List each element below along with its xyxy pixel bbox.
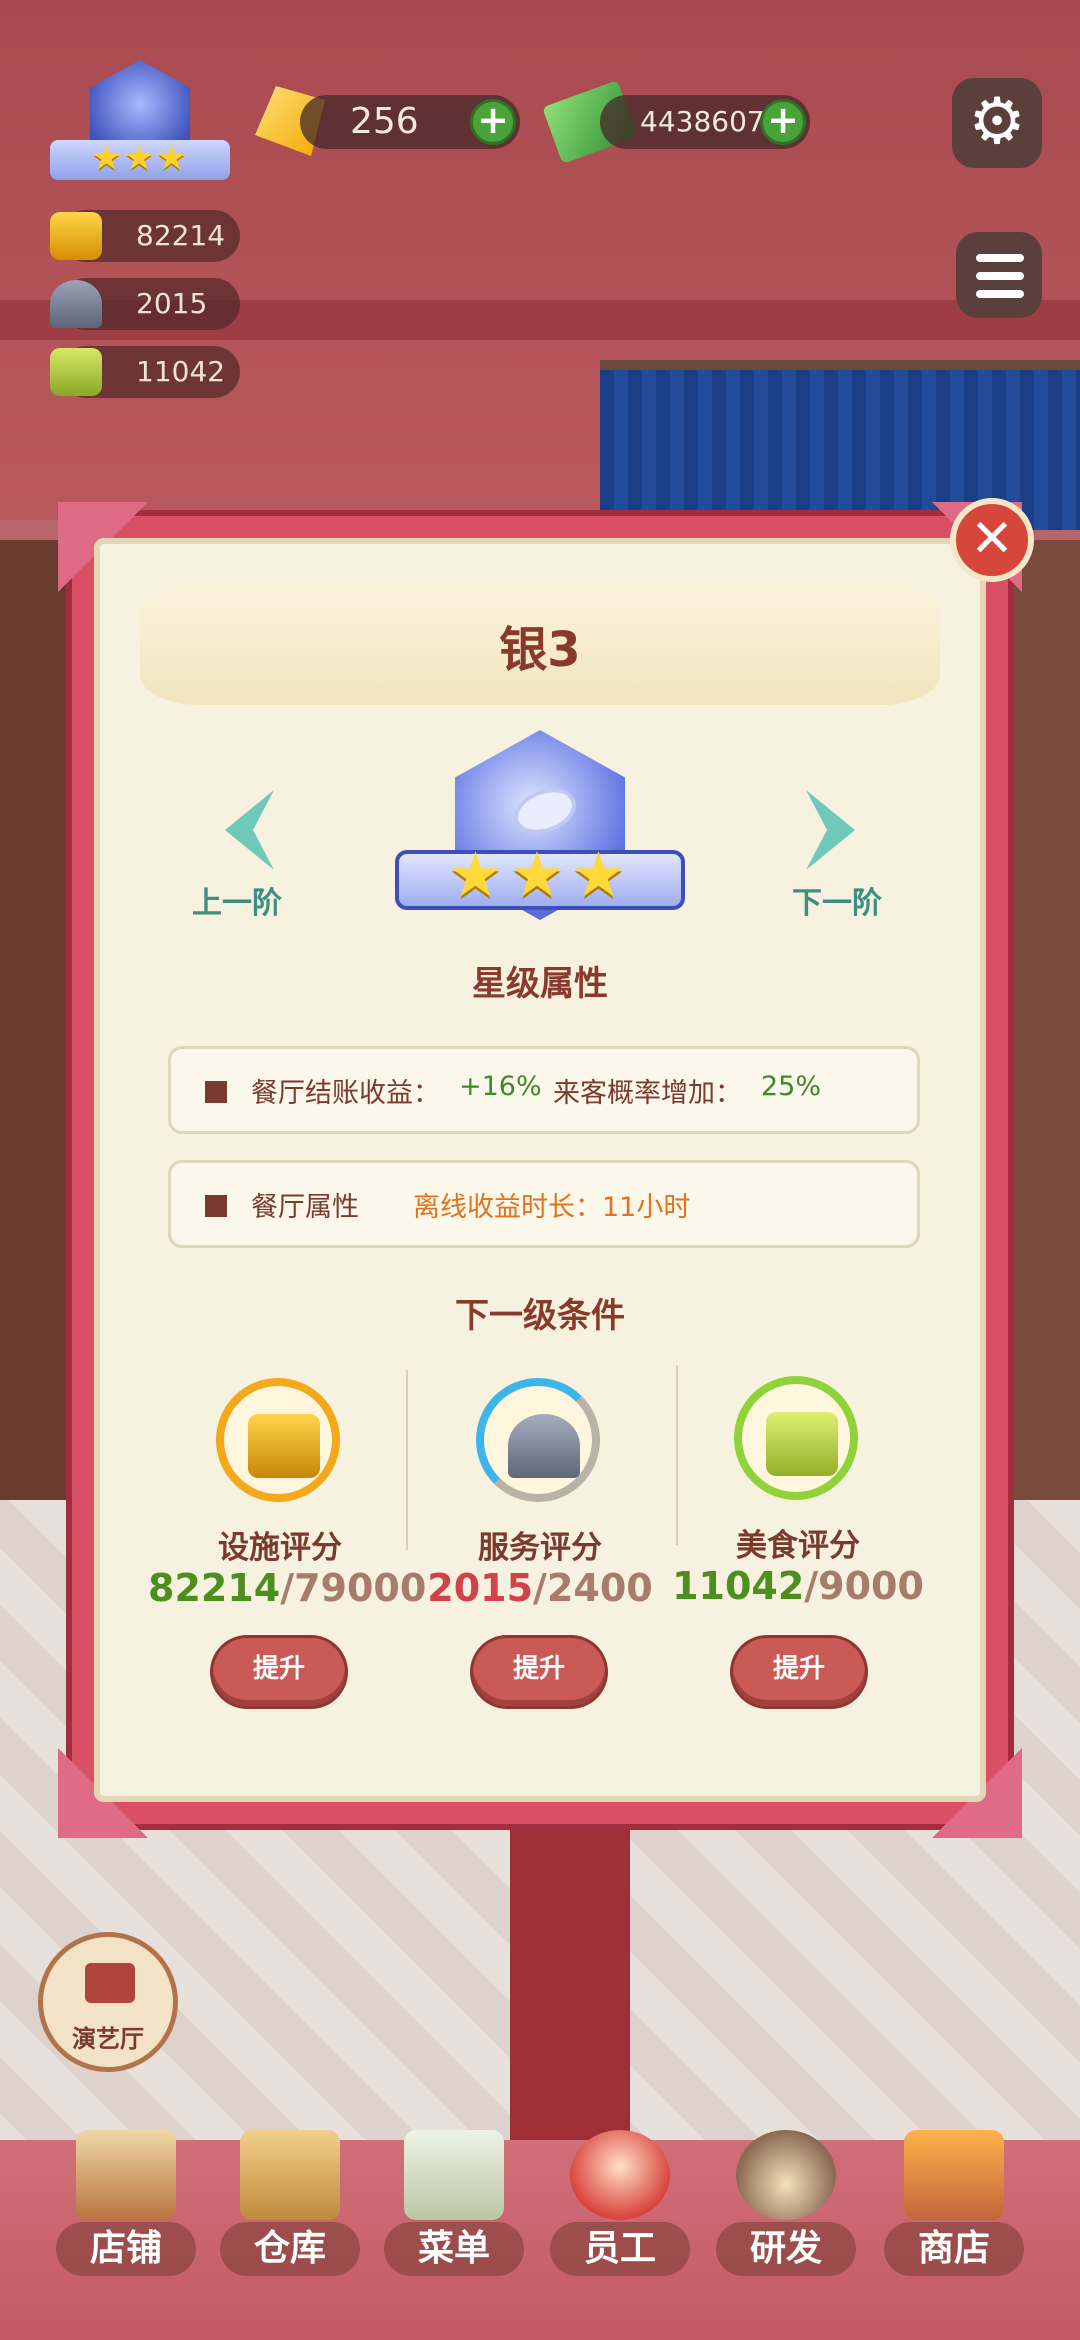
facility-score-display[interactable]: 82214 <box>50 210 240 262</box>
service-score-progress: 2015/2400 <box>410 1566 670 1610</box>
settings-button[interactable]: ⚙ <box>952 78 1042 168</box>
add-cash-button[interactable]: + <box>760 99 806 145</box>
nav-staff[interactable]: 员工 <box>550 2130 690 2290</box>
menu-button[interactable] <box>956 232 1042 318</box>
checkout-income-label: 餐厅结账收益： <box>251 1078 440 1109</box>
nav-label: 店铺 <box>56 2222 196 2276</box>
red-carpet <box>510 1820 630 2180</box>
service-score-value: 2015 <box>136 287 208 320</box>
gems-counter: 256 + <box>300 95 520 149</box>
facility-score-label: 设施评分 <box>218 1530 342 1566</box>
facility-score-ring <box>216 1378 340 1502</box>
progress-separator: / <box>804 1564 819 1608</box>
next-tier-button[interactable]: 下一阶 <box>792 878 882 922</box>
shop-stall-icon <box>904 2130 1004 2220</box>
service-score-target: 2400 <box>546 1566 653 1610</box>
boxes-icon <box>240 2130 340 2220</box>
bullet-icon <box>205 1081 227 1103</box>
star-attributes-heading: 星级属性 <box>472 964 608 1004</box>
checklist-icon <box>404 2130 504 2220</box>
service-score-ring <box>476 1378 600 1502</box>
nav-menu[interactable]: 菜单 <box>384 2130 524 2290</box>
column-divider <box>406 1370 408 1550</box>
stage-icon <box>85 1963 135 2003</box>
tier-badge: ★★★ <box>395 730 685 940</box>
upgrade-service-button[interactable]: 提升 <box>473 1638 605 1706</box>
previous-tier-button[interactable]: 上一阶 <box>192 878 282 922</box>
cash-value: 4438607 <box>640 105 765 138</box>
food-score-current: 11042 <box>672 1564 805 1608</box>
tier-stars: ★★★ <box>447 838 633 911</box>
checkout-income-value: +16% <box>459 1071 542 1102</box>
gems-value: 256 <box>350 101 419 142</box>
menu-icon-line <box>976 290 1024 298</box>
close-icon: ✕ <box>970 509 1014 569</box>
progress-separator: / <box>533 1566 547 1610</box>
nav-warehouse[interactable]: 仓库 <box>220 2130 360 2290</box>
restaurant-attribute-label: 餐厅属性 <box>251 1192 359 1223</box>
food-score-display[interactable]: 11042 <box>50 346 240 398</box>
food-score-value: 11042 <box>136 355 226 388</box>
facility-score-value: 82214 <box>136 219 226 252</box>
nav-label: 员工 <box>550 2222 690 2276</box>
customer-chance-value: 25% <box>761 1071 822 1102</box>
bullet-icon <box>205 1195 227 1217</box>
chef-girl-icon <box>570 2130 670 2220</box>
attribute-row-income: 餐厅结账收益： +16% 来客概率增加： 25% <box>168 1046 920 1134</box>
nav-label: 商店 <box>884 2222 1024 2276</box>
next-level-conditions-heading: 下一级条件 <box>455 1296 625 1336</box>
nav-label: 研发 <box>716 2222 856 2276</box>
nav-label: 仓库 <box>220 2222 360 2276</box>
nav-store[interactable]: 商店 <box>884 2130 1024 2290</box>
menu-icon-line <box>976 254 1024 262</box>
food-score-ring <box>734 1376 858 1500</box>
upgrade-food-button[interactable]: 提升 <box>733 1638 865 1706</box>
gear-icon: ⚙ <box>968 85 1026 159</box>
dialog-title: 银3 <box>499 622 581 678</box>
storefront-icon <box>76 2130 176 2220</box>
close-button[interactable]: ✕ <box>950 498 1034 582</box>
theater-button[interactable]: 演艺厅 <box>38 1932 178 2072</box>
nav-label: 菜单 <box>384 2222 524 2276</box>
upgrade-facility-button[interactable]: 提升 <box>213 1638 345 1706</box>
rank-badge-button[interactable]: ★★★ <box>50 60 230 190</box>
food-score-progress: 11042/9000 <box>668 1564 928 1608</box>
progress-separator: / <box>280 1566 295 1610</box>
cooking-pot-icon <box>736 2130 836 2220</box>
facility-score-target: 79000 <box>294 1566 427 1610</box>
facility-score-current: 82214 <box>148 1566 281 1610</box>
nav-research[interactable]: 研发 <box>716 2130 856 2290</box>
recipe-book-icon <box>50 348 102 396</box>
offline-income-duration: 离线收益时长：11小时 <box>413 1192 691 1223</box>
facility-icon <box>50 212 102 260</box>
facility-score-progress: 82214/79000 <box>148 1566 426 1610</box>
add-gems-button[interactable]: + <box>470 99 516 145</box>
cash-counter: 4438607 + <box>600 95 810 149</box>
theater-label: 演艺厅 <box>72 2025 144 2053</box>
column-divider <box>676 1365 678 1545</box>
service-score-current: 2015 <box>427 1566 534 1610</box>
service-cloche-icon <box>508 1414 580 1478</box>
service-score-label: 服务评分 <box>478 1530 602 1566</box>
food-score-target: 9000 <box>818 1564 924 1608</box>
food-score-label: 美食评分 <box>736 1528 860 1564</box>
recipe-book-icon <box>766 1412 838 1476</box>
service-cloche-icon <box>50 280 102 328</box>
menu-icon-line <box>976 272 1024 280</box>
service-score-display[interactable]: 2015 <box>50 278 240 330</box>
nav-shop-front[interactable]: 店铺 <box>56 2130 196 2290</box>
facility-icon <box>248 1414 320 1478</box>
customer-chance-label: 来客概率增加： <box>553 1078 742 1109</box>
attribute-row-offline: 餐厅属性 离线收益时长：11小时 <box>168 1160 920 1248</box>
rank-stars: ★★★ <box>91 138 189 178</box>
